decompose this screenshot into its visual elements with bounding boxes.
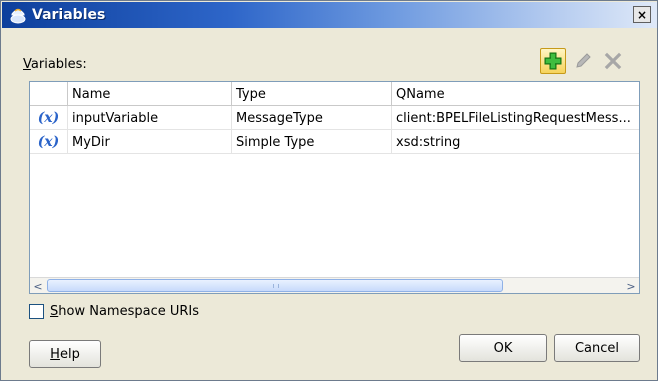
column-header-qname[interactable]: QName bbox=[392, 82, 639, 106]
cell-type: Simple Type bbox=[232, 130, 392, 154]
delete-variable-button[interactable] bbox=[600, 48, 626, 74]
variable-icon: (x) bbox=[37, 110, 60, 126]
scroll-right-arrow-icon[interactable]: > bbox=[623, 278, 639, 293]
variables-table: Name Type QName (x) inputVariable Messag… bbox=[29, 81, 640, 294]
variables-toolbar bbox=[540, 46, 630, 76]
delete-x-icon bbox=[604, 52, 622, 70]
pencil-icon bbox=[576, 53, 591, 68]
show-namespace-checkbox[interactable] bbox=[29, 304, 44, 319]
cell-type: MessageType bbox=[232, 106, 392, 130]
variable-icon: (x) bbox=[37, 134, 60, 150]
variables-dialog: Variables × Variables: Name Type QName (… bbox=[0, 0, 658, 381]
variables-app-icon bbox=[10, 8, 26, 24]
column-header-name[interactable]: Name bbox=[68, 82, 232, 106]
table-header: Name Type QName bbox=[30, 82, 639, 106]
horizontal-scrollbar[interactable]: < > bbox=[30, 277, 639, 293]
window-title: Variables bbox=[32, 7, 106, 23]
title-bar[interactable]: Variables × bbox=[2, 2, 657, 28]
add-variable-button[interactable] bbox=[540, 48, 566, 74]
close-button[interactable]: × bbox=[633, 6, 651, 23]
column-header-type[interactable]: Type bbox=[232, 82, 392, 106]
column-header-icon[interactable] bbox=[30, 82, 68, 106]
help-button[interactable]: Help bbox=[29, 340, 101, 368]
edit-variable-button[interactable] bbox=[570, 48, 596, 74]
table-row[interactable]: (x) MyDir Simple Type xsd:string bbox=[30, 130, 639, 154]
ok-button[interactable]: OK bbox=[459, 334, 547, 362]
variables-label: Variables: bbox=[23, 57, 87, 72]
cell-qname: client:BPELFileListingRequestMess... bbox=[396, 110, 631, 126]
cell-name: MyDir bbox=[68, 130, 232, 154]
close-icon: × bbox=[636, 7, 648, 22]
cell-qname: xsd:string bbox=[396, 134, 461, 150]
cell-name: inputVariable bbox=[68, 106, 232, 130]
show-namespace-label: Show Namespace URIs bbox=[50, 304, 199, 319]
show-namespace-toggle[interactable]: Show Namespace URIs bbox=[29, 304, 199, 319]
scroll-left-arrow-icon[interactable]: < bbox=[30, 278, 46, 293]
cancel-button[interactable]: Cancel bbox=[554, 334, 640, 362]
scroll-grip-icon bbox=[273, 284, 279, 288]
scrollbar-thumb[interactable] bbox=[47, 279, 503, 292]
table-row[interactable]: (x) inputVariable MessageType client:BPE… bbox=[30, 106, 639, 130]
add-plus-icon bbox=[544, 52, 562, 70]
